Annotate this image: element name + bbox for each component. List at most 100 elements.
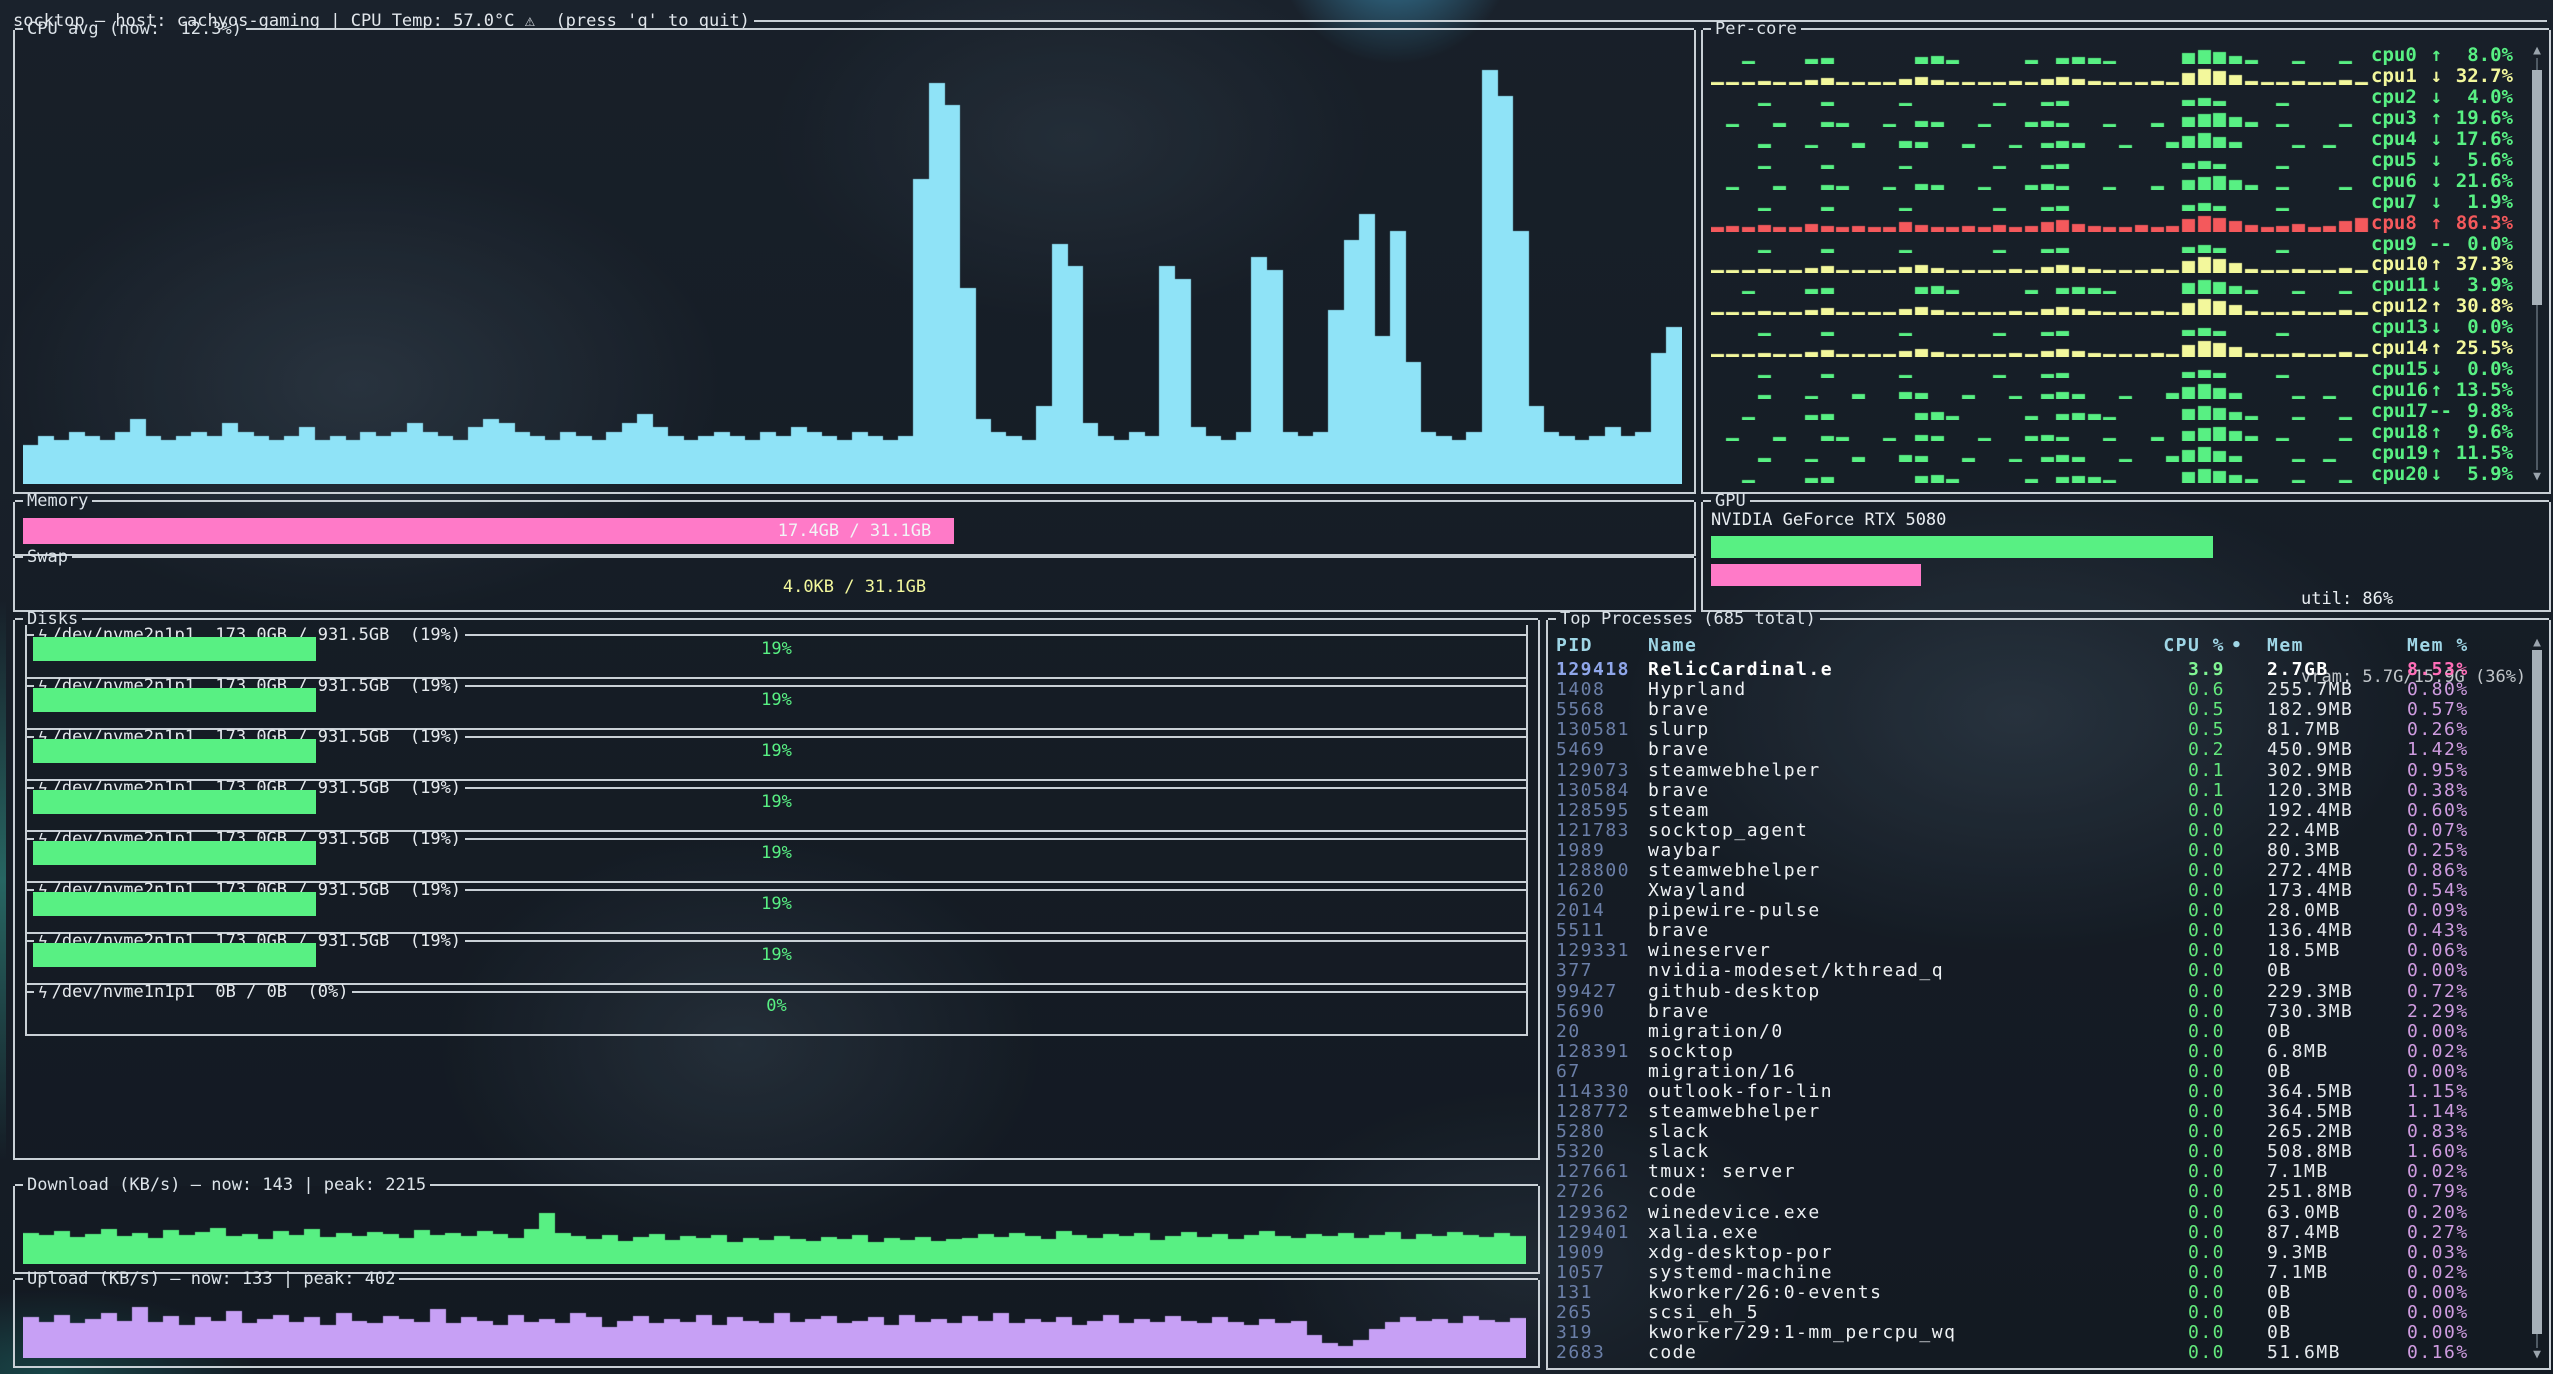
process-cpu: 0.0 (2155, 1022, 2225, 1042)
processes-scroll-thumb[interactable] (2532, 650, 2542, 1334)
process-row[interactable]: 5568brave0.5182.9MB0.57% (1556, 700, 2523, 720)
core-trend-icon: ↑ (2429, 296, 2444, 316)
percore-row[interactable]: cpu5↓5.6% (1711, 149, 2519, 170)
process-cpu: 0.0 (2155, 1002, 2225, 1022)
percore-row[interactable]: cpu18↑9.6% (1711, 421, 2519, 442)
percore-row[interactable]: cpu16↑13.5% (1711, 379, 2519, 400)
percore-row[interactable]: cpu9--0.0% (1711, 233, 2519, 254)
process-row[interactable]: 1057systemd-machine0.07.1MB0.02% (1556, 1263, 2523, 1283)
process-cpu: 0.0 (2155, 941, 2225, 961)
disk-border-fill (465, 634, 1526, 636)
process-row[interactable]: 2014pipewire-pulse0.028.0MB0.09% (1556, 901, 2523, 921)
core-label: cpu17--9.8% (2371, 401, 2513, 421)
core-trend-icon: ↓ (2429, 150, 2444, 170)
process-mem-pct: 0.07% (2407, 821, 2523, 841)
process-row[interactable]: 129073steamwebhelper0.1302.9MB0.95% (1556, 760, 2523, 780)
percore-scroll-thumb[interactable] (2532, 70, 2542, 305)
cpu-avg-panel: CPU avg (now: 12.3%) (13, 30, 1696, 494)
process-row[interactable]: 20migration/00.00B0.00% (1556, 1022, 2523, 1042)
percore-row[interactable]: cpu19↑11.5% (1711, 442, 2519, 463)
process-row[interactable]: 5690brave0.0730.3MB2.29% (1556, 1002, 2523, 1022)
process-name: xalia.exe (1648, 1223, 2155, 1243)
process-row[interactable]: 1620Xwayland0.0173.4MB0.54% (1556, 881, 2523, 901)
percore-row[interactable]: cpu0↑8.0% (1711, 44, 2519, 65)
percore-row[interactable]: cpu12↑30.8% (1711, 295, 2519, 316)
process-row[interactable]: 128391socktop0.06.8MB0.02% (1556, 1042, 2523, 1062)
percore-row[interactable]: cpu6↓21.6% (1711, 170, 2519, 191)
process-row[interactable]: 99427github-desktop0.0229.3MB0.72% (1556, 982, 2523, 1002)
percore-row[interactable]: cpu7↓1.9% (1711, 191, 2519, 212)
processes-scroll-track[interactable] (2529, 650, 2545, 1348)
col-mem[interactable]: Mem (2267, 635, 2407, 656)
process-row[interactable]: 121783socktop_agent0.022.4MB0.07% (1556, 821, 2523, 841)
process-row[interactable]: 128595steam0.0192.4MB0.60% (1556, 801, 2523, 821)
disk-usage-label: 19% (33, 892, 1520, 916)
col-name[interactable]: Name (1648, 635, 2155, 656)
process-row[interactable]: 129418RelicCardinal.e3.92.7GB8.53% (1556, 660, 2523, 680)
process-row[interactable]: 1408Hyprland0.6255.7MB0.80% (1556, 680, 2523, 700)
percore-scrollbar[interactable]: ▲ ▼ (2529, 44, 2545, 484)
col-pid[interactable]: PID (1556, 635, 1648, 656)
process-mem: 2.7GB (2267, 660, 2407, 680)
process-row[interactable]: 1909xdg-desktop-por0.09.3MB0.03% (1556, 1243, 2523, 1263)
percore-row[interactable]: cpu8↑86.3% (1711, 212, 2519, 233)
process-row[interactable]: 319kworker/29:1-mm_percpu_wq0.00B0.00% (1556, 1323, 2523, 1343)
percore-scroll-track[interactable] (2529, 58, 2545, 470)
percore-row[interactable]: cpu14↑25.5% (1711, 337, 2519, 358)
scroll-up-icon[interactable]: ▲ (2533, 636, 2541, 650)
process-row[interactable]: 5469brave0.2450.9MB1.42% (1556, 740, 2523, 760)
swap-gauge: 4.0KB / 31.1GB (23, 574, 1686, 600)
process-row[interactable]: 129362winedevice.exe0.063.0MB0.20% (1556, 1203, 2523, 1223)
process-row[interactable]: 2683code0.051.6MB0.16% (1556, 1343, 2523, 1363)
process-row[interactable]: 5320slack0.0508.8MB1.60% (1556, 1142, 2523, 1162)
percore-row[interactable]: cpu13↓0.0% (1711, 316, 2519, 337)
process-row[interactable]: 377nvidia-modeset/kthread_q0.00B0.00% (1556, 961, 2523, 981)
disk-usage-gauge: 19% (33, 637, 1520, 661)
process-row[interactable]: 129401xalia.exe0.087.4MB0.27% (1556, 1223, 2523, 1243)
percore-row[interactable]: cpu11↓3.9% (1711, 274, 2519, 295)
percore-row[interactable]: cpu17--9.8% (1711, 400, 2519, 421)
process-name: xdg-desktop-por (1648, 1243, 2155, 1263)
scroll-up-icon[interactable]: ▲ (2533, 44, 2541, 58)
process-row[interactable]: 131kworker/26:0-events0.00B0.00% (1556, 1283, 2523, 1303)
process-row[interactable]: 114330outlook-for-lin0.0364.5MB1.15% (1556, 1082, 2523, 1102)
processes-scrollbar[interactable]: ▲ ▼ (2529, 636, 2545, 1362)
col-cpu[interactable]: CPU % (2155, 635, 2225, 656)
scroll-down-icon[interactable]: ▼ (2533, 470, 2541, 484)
memory-label: 17.4GB / 31.1GB (23, 518, 1686, 544)
core-usage-value: 19.6% (2444, 108, 2513, 128)
percore-row[interactable]: cpu15↓0.0% (1711, 358, 2519, 379)
process-mem: 9.3MB (2267, 1243, 2407, 1263)
percore-row[interactable]: cpu4↓17.6% (1711, 128, 2519, 149)
process-mem: 173.4MB (2267, 881, 2407, 901)
percore-row[interactable]: cpu10↑37.3% (1711, 254, 2519, 275)
process-row[interactable]: 128800steamwebhelper0.0272.4MB0.86% (1556, 861, 2523, 881)
cpu-avg-title: CPU avg (now: 12.3%) (23, 18, 246, 40)
process-row[interactable]: 130581slurp0.581.7MB0.26% (1556, 720, 2523, 740)
process-row[interactable]: 129331wineserver0.018.5MB0.06% (1556, 941, 2523, 961)
percore-row[interactable]: cpu2↓4.0% (1711, 86, 2519, 107)
core-sparkline (1711, 318, 2371, 336)
percore-row[interactable]: cpu20↓5.9% (1711, 463, 2519, 484)
scroll-down-icon[interactable]: ▼ (2533, 1348, 2541, 1362)
percore-row[interactable]: cpu1↓32.7% (1711, 65, 2519, 86)
process-row[interactable]: 265scsi_eh_50.00B0.00% (1556, 1303, 2523, 1323)
process-row[interactable]: 2726code0.0251.8MB0.79% (1556, 1182, 2523, 1202)
process-row[interactable]: 5511brave0.0136.4MB0.43% (1556, 921, 2523, 941)
process-cpu: 0.0 (2155, 1323, 2225, 1343)
process-row[interactable]: 130584brave0.1120.3MB0.38% (1556, 781, 2523, 801)
process-row[interactable]: 127661tmux: server0.07.1MB0.02% (1556, 1162, 2523, 1182)
process-row[interactable]: 5280slack0.0265.2MB0.83% (1556, 1122, 2523, 1142)
process-mem: 87.4MB (2267, 1223, 2407, 1243)
process-cpu: 0.2 (2155, 740, 2225, 760)
disk-border-fill (465, 787, 1526, 789)
process-row[interactable]: 1989waybar0.080.3MB0.25% (1556, 841, 2523, 861)
process-row[interactable]: 67migration/160.00B0.00% (1556, 1062, 2523, 1082)
upload-title: Upload (KB/s) — now: 133 | peak: 402 (23, 1268, 399, 1290)
process-mem: 255.7MB (2267, 680, 2407, 700)
col-memp[interactable]: Mem % (2407, 635, 2523, 656)
percore-row[interactable]: cpu3↑19.6% (1711, 107, 2519, 128)
core-usage-value: 8.0% (2444, 45, 2513, 65)
process-row[interactable]: 128772steamwebhelper0.0364.5MB1.14% (1556, 1102, 2523, 1122)
process-cpu: 0.0 (2155, 1243, 2225, 1263)
